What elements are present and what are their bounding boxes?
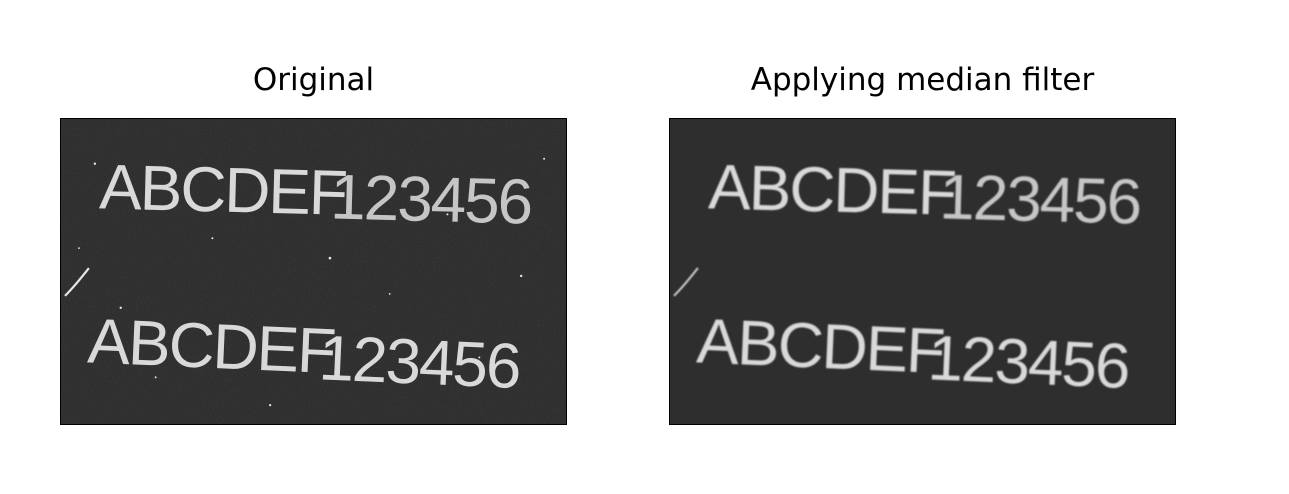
line-1-digits: 123456 [330,161,533,237]
line-1-letters: ABCDEF [707,152,955,229]
median-filtered-image: ABCDEF 123456 ABCDEF 123456 [669,118,1176,425]
panel-title-original: Original [252,62,375,98]
line-2-letters: ABCDEF [86,306,336,388]
line-2-letters: ABCDEF [695,306,945,388]
line-1-digits: 123456 [939,161,1142,237]
line-2-digits: 123456 [317,322,521,402]
line-2-digits: 123456 [926,322,1130,402]
original-image: ABCDEF 123456 ABCDEF 123456 [60,118,567,425]
original-image-canvas: ABCDEF 123456 ABCDEF 123456 [61,119,566,424]
median-filtered-canvas: ABCDEF 123456 ABCDEF 123456 [670,119,1175,424]
line-1-letters: ABCDEF [98,152,346,229]
panel-title-median-filter: Applying median filter [750,62,1095,98]
